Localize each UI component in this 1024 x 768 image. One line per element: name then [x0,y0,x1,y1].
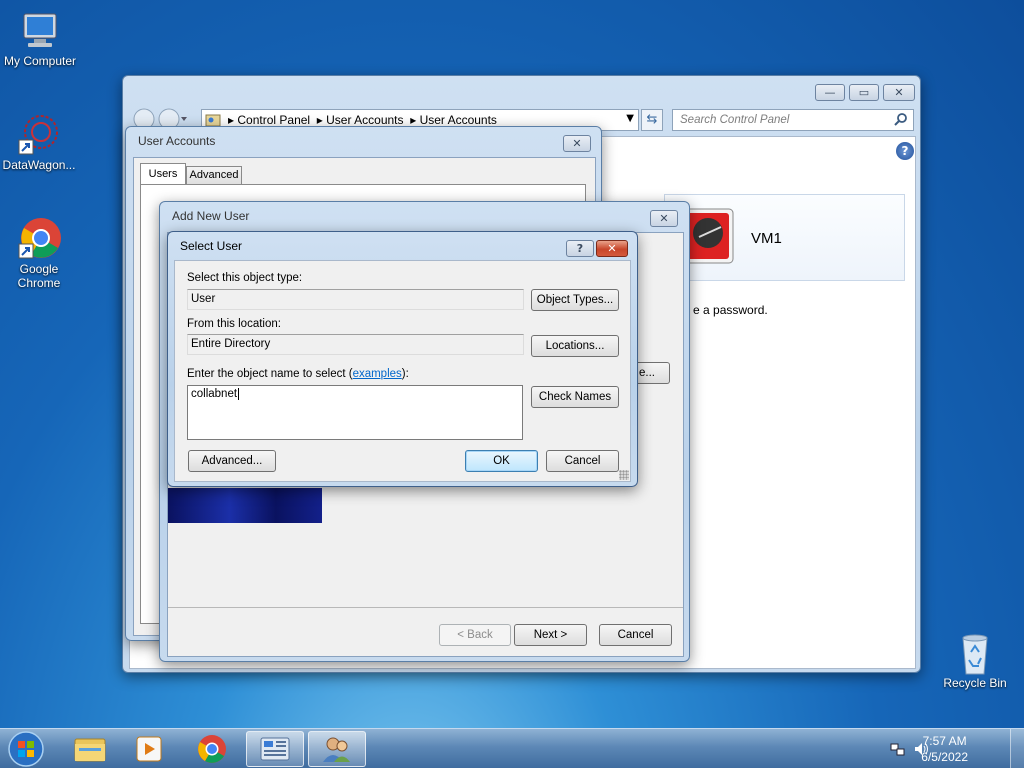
cancel-button[interactable]: Cancel [599,624,672,646]
check-names-button[interactable]: Check Names [531,386,619,408]
computer-icon [18,8,62,52]
taskbar-user-accounts[interactable] [308,731,366,767]
help-icon[interactable]: ? [896,142,914,160]
users-icon [323,737,350,762]
select-user-dialog: Select User ? ✕ Select this object type:… [167,231,638,487]
vm-account-card[interactable]: VM1 [664,194,905,281]
taskbar-media-player[interactable] [120,731,178,767]
locations-button[interactable]: Locations... [531,335,619,357]
chrome-icon [198,735,226,763]
media-player-icon [136,736,162,762]
refresh-button[interactable]: ⇆ [641,109,663,131]
advanced-button[interactable]: Advanced... [188,450,276,472]
close-button[interactable]: ✕ [563,135,591,152]
taskbar-explorer[interactable] [60,731,118,767]
dialog-title: Select User [180,239,243,253]
datawagon-icon [17,112,61,156]
show-desktop-button[interactable] [1010,729,1024,768]
desktop-icon-google-chrome[interactable]: Google Chrome [0,216,79,290]
examples-link[interactable]: examples [353,368,402,380]
object-name-input[interactable]: collabnet [187,385,523,440]
desktop-icon-my-computer[interactable]: My Computer [0,8,80,68]
desktop-icon-label: Google Chrome [17,262,61,290]
search-icon[interactable] [893,112,909,128]
cancel-button[interactable]: Cancel [546,450,619,472]
taskbar: 7:57 AM 6/5/2022 [0,728,1024,768]
maximize-button[interactable]: ▭ [849,84,879,101]
password-text: e a password. [693,303,768,317]
breadcrumb-item[interactable]: User Accounts [326,113,403,127]
object-types-button[interactable]: Object Types... [531,289,619,311]
taskbar-control-panel[interactable] [246,731,304,767]
chevron-right-icon: ▸ [228,113,235,127]
resize-grip-icon[interactable] [619,470,629,480]
chevron-right-icon: ▸ [406,113,417,127]
clock-date: 6/5/2022 [921,750,968,764]
object-name-value: collabnet [191,388,238,400]
help-button[interactable]: ? [566,240,594,257]
object-type-field: User [187,289,524,310]
desktop-icon-label: My Computer [3,54,77,68]
tab-advanced[interactable]: Advanced [186,166,242,185]
desktop-icon-label: Recycle Bin [943,676,1007,690]
network-icon[interactable] [890,741,906,757]
text-cursor [238,388,240,400]
desktop-icon-label: DataWagon... [2,158,76,172]
desktop-icon-recycle-bin[interactable]: Recycle Bin [935,630,1015,690]
chevron-right-icon: ▸ [313,113,323,127]
back-button[interactable]: < Back [439,624,511,646]
object-type-label: Select this object type: [187,272,303,284]
folder-icon [74,738,106,762]
banner-image [168,488,322,523]
location-field: Entire Directory [187,334,524,355]
object-name-label-text: Enter the object name to select ( [187,368,353,380]
account-name: VM1 [751,230,782,247]
search-box[interactable]: Search Control Panel [672,109,914,131]
control-panel-icon [260,737,290,761]
tab-users[interactable]: Users [140,163,186,185]
close-button[interactable]: ✕ [650,210,678,227]
clock-time: 7:57 AM [922,734,967,748]
location-label: From this location: [187,318,281,330]
select-user-client: Select this object type: User Object Typ… [174,260,631,482]
dialog-title: User Accounts [138,134,216,148]
close-button[interactable]: ✕ [883,84,915,101]
chrome-icon [17,216,61,260]
taskbar-chrome[interactable] [183,731,241,767]
recycle-bin-icon [953,630,997,675]
search-input[interactable]: Search Control Panel [680,114,789,126]
object-name-label-end: ): [401,368,409,380]
chevron-down-icon[interactable]: ▼ [626,113,634,124]
partial-button[interactable]: e... [636,362,670,384]
minimize-button[interactable]: — [815,84,845,101]
desktop-icon-datawagon[interactable]: DataWagon... [0,112,79,172]
dialog-title: Add New User [172,209,250,223]
next-button[interactable]: Next > [514,624,587,646]
object-name-label: Enter the object name to select (example… [187,368,409,380]
close-button[interactable]: ✕ [596,240,628,257]
breadcrumb-item[interactable]: Control Panel [237,113,310,127]
ok-button[interactable]: OK [465,450,538,472]
wizard-separator [168,607,683,608]
start-button[interactable] [6,730,46,768]
system-clock[interactable]: 7:57 AM 6/5/2022 [921,733,968,765]
breadcrumb-item[interactable]: User Accounts [420,113,497,127]
